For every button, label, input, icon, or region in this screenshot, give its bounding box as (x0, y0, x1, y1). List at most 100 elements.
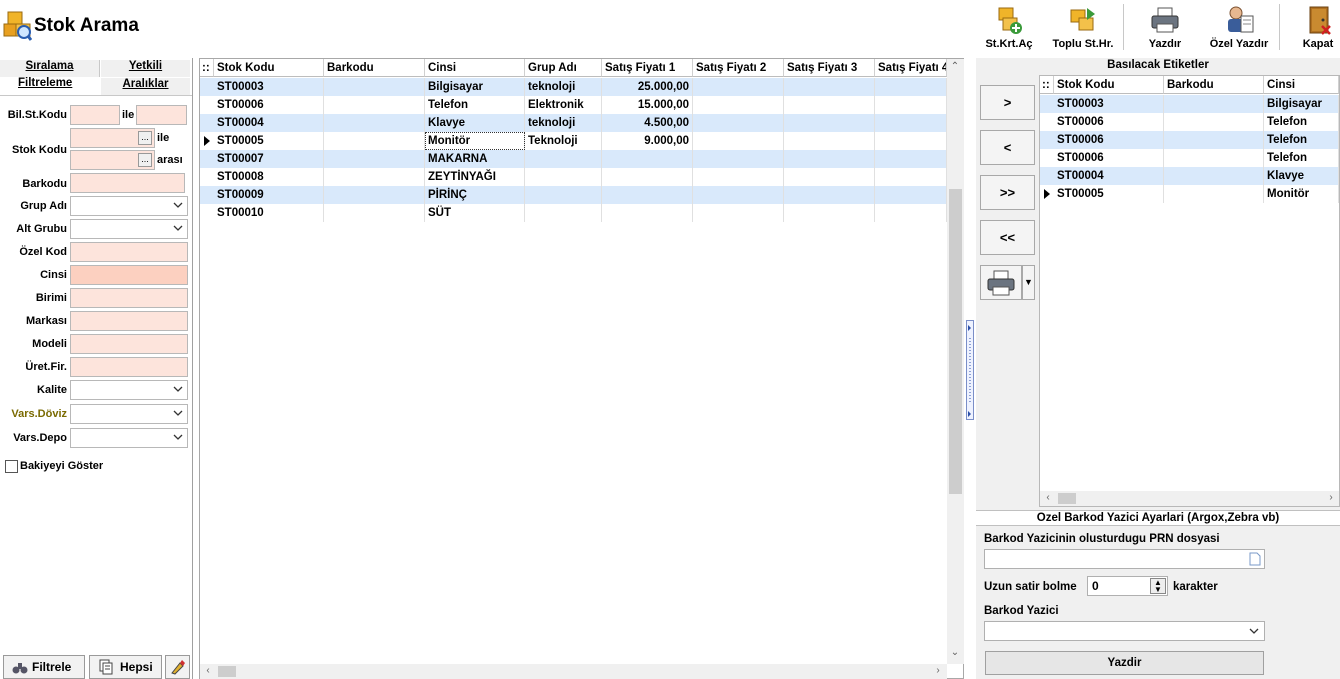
table-cell[interactable]: PİRİNÇ (425, 186, 525, 204)
barkodu-input[interactable] (70, 173, 185, 193)
table-cell[interactable]: SÜT (425, 204, 525, 222)
kalite-select[interactable] (70, 380, 188, 400)
table-cell[interactable]: ST00005 (214, 132, 324, 150)
table-row[interactable]: ST00005 Monitör (1040, 185, 1339, 203)
table-cell[interactable] (1164, 131, 1264, 149)
modeli-input[interactable] (70, 334, 188, 354)
bulk-stock-movement-button[interactable]: Toplu St.Hr. (1049, 2, 1117, 52)
table-cell[interactable]: ST00004 (1054, 167, 1164, 185)
table-cell[interactable]: ST00003 (1054, 95, 1164, 113)
file-browse-icon[interactable] (1249, 552, 1261, 566)
column-header[interactable]: Stok Kodu (214, 59, 324, 77)
grup-adi-select[interactable] (70, 196, 188, 216)
table-cell[interactable]: ST00006 (1054, 131, 1164, 149)
table-cell[interactable] (1164, 167, 1264, 185)
table-cell[interactable]: Telefon (1264, 131, 1339, 149)
yazdir-button[interactable]: Yazdir (985, 651, 1264, 675)
table-cell[interactable] (693, 204, 784, 222)
tab-siralama[interactable]: Sıralama (0, 60, 100, 77)
table-cell[interactable]: Monitör (425, 132, 525, 150)
column-header[interactable]: Satış Fiyatı 4 (875, 59, 947, 77)
labels-horizontal-scrollbar[interactable]: ‹ › (1040, 491, 1339, 506)
table-cell[interactable] (693, 78, 784, 96)
table-cell[interactable] (875, 186, 947, 204)
table-cell[interactable] (784, 114, 875, 132)
row-selector-header[interactable]: :: (1040, 76, 1054, 94)
stok-kodu-to-lookup-button[interactable]: ... (138, 153, 152, 167)
table-cell[interactable]: ZEYTİNYAĞI (425, 168, 525, 186)
table-cell[interactable] (1164, 113, 1264, 131)
table-cell[interactable] (693, 186, 784, 204)
table-cell[interactable] (784, 96, 875, 114)
table-row[interactable]: ST00004 Klavye teknoloji 4.500,00 (200, 114, 947, 132)
table-cell[interactable]: MAKARNA (425, 150, 525, 168)
remove-selected-button[interactable]: < (980, 130, 1035, 165)
panel-splitter[interactable] (966, 320, 974, 420)
close-button[interactable]: Kapat (1296, 2, 1340, 52)
table-cell[interactable] (693, 132, 784, 150)
add-selected-button[interactable]: > (980, 85, 1035, 120)
table-cell[interactable]: 25.000,00 (602, 78, 693, 96)
bakiye-checkbox[interactable] (5, 460, 18, 473)
table-row[interactable]: ST00003 Bilgisayar (1040, 95, 1339, 113)
table-cell[interactable] (525, 186, 602, 204)
spinner-arrows-icon[interactable]: ▲ ▼ (1150, 578, 1166, 594)
column-header[interactable]: Satış Fiyatı 1 (602, 59, 693, 77)
clear-filter-button[interactable] (165, 655, 190, 679)
bil-st-kodu-from-input[interactable] (70, 105, 120, 125)
table-cell[interactable]: ST00006 (1054, 149, 1164, 167)
table-cell[interactable] (525, 168, 602, 186)
table-cell[interactable]: ST00007 (214, 150, 324, 168)
alt-grubu-select[interactable] (70, 219, 188, 239)
markasi-input[interactable] (70, 311, 188, 331)
new-stock-card-button[interactable]: St.Krt.Aç (983, 2, 1035, 52)
scroll-down-arrow[interactable]: ⌄ (947, 647, 963, 658)
table-cell[interactable] (875, 78, 947, 96)
table-cell[interactable] (324, 78, 425, 96)
table-row[interactable]: ST00006 Telefon (1040, 131, 1339, 149)
table-cell[interactable] (525, 150, 602, 168)
bil-st-kodu-to-input[interactable] (136, 105, 187, 125)
table-cell[interactable] (875, 132, 947, 150)
cinsi-input[interactable] (70, 265, 188, 285)
table-cell[interactable]: ST00006 (214, 96, 324, 114)
grid-vertical-scrollbar[interactable]: ⌃ ⌄ (947, 59, 964, 664)
tab-filtreleme[interactable]: Filtreleme (0, 77, 100, 95)
hepsi-button[interactable]: Hepsi (89, 655, 162, 679)
table-cell[interactable]: ST00003 (214, 78, 324, 96)
print-labels-button[interactable] (980, 265, 1022, 300)
table-cell[interactable] (324, 168, 425, 186)
table-cell[interactable]: Elektronik (525, 96, 602, 114)
table-cell[interactable] (525, 204, 602, 222)
table-cell[interactable] (875, 168, 947, 186)
table-row[interactable]: ST00004 Klavye (1040, 167, 1339, 185)
table-cell[interactable]: Bilgisayar (1264, 95, 1339, 113)
column-header[interactable]: Stok Kodu (1054, 76, 1164, 94)
table-cell[interactable]: ST00006 (1054, 113, 1164, 131)
table-row[interactable]: ST00006 Telefon Elektronik 15.000,00 (200, 96, 947, 114)
table-row[interactable]: ST00003 Bilgisayar teknoloji 25.000,00 (200, 78, 947, 96)
table-cell[interactable] (875, 96, 947, 114)
table-cell[interactable] (784, 204, 875, 222)
table-cell[interactable] (784, 186, 875, 204)
grid-vertical-scroll-thumb[interactable] (949, 189, 962, 494)
stok-kodu-to-input[interactable]: ... (70, 150, 155, 170)
table-cell[interactable] (875, 114, 947, 132)
scroll-up-arrow[interactable]: ⌃ (947, 61, 963, 72)
table-cell[interactable] (784, 78, 875, 96)
table-cell[interactable] (602, 186, 693, 204)
table-cell[interactable] (324, 186, 425, 204)
table-cell[interactable] (1164, 185, 1264, 203)
table-cell[interactable] (602, 204, 693, 222)
table-cell[interactable] (693, 150, 784, 168)
uret-fir-input[interactable] (70, 357, 188, 377)
table-cell[interactable] (875, 150, 947, 168)
stok-kodu-from-input[interactable]: ... (70, 128, 155, 148)
table-cell[interactable]: ST00008 (214, 168, 324, 186)
column-header[interactable]: Cinsi (1264, 76, 1339, 94)
add-all-button[interactable]: >> (980, 175, 1035, 210)
uzun-satir-spinner[interactable]: 0 ▲ ▼ (1087, 576, 1168, 596)
table-cell[interactable] (693, 168, 784, 186)
column-header[interactable]: Satış Fiyatı 3 (784, 59, 875, 77)
vars-doviz-select[interactable] (70, 404, 188, 424)
